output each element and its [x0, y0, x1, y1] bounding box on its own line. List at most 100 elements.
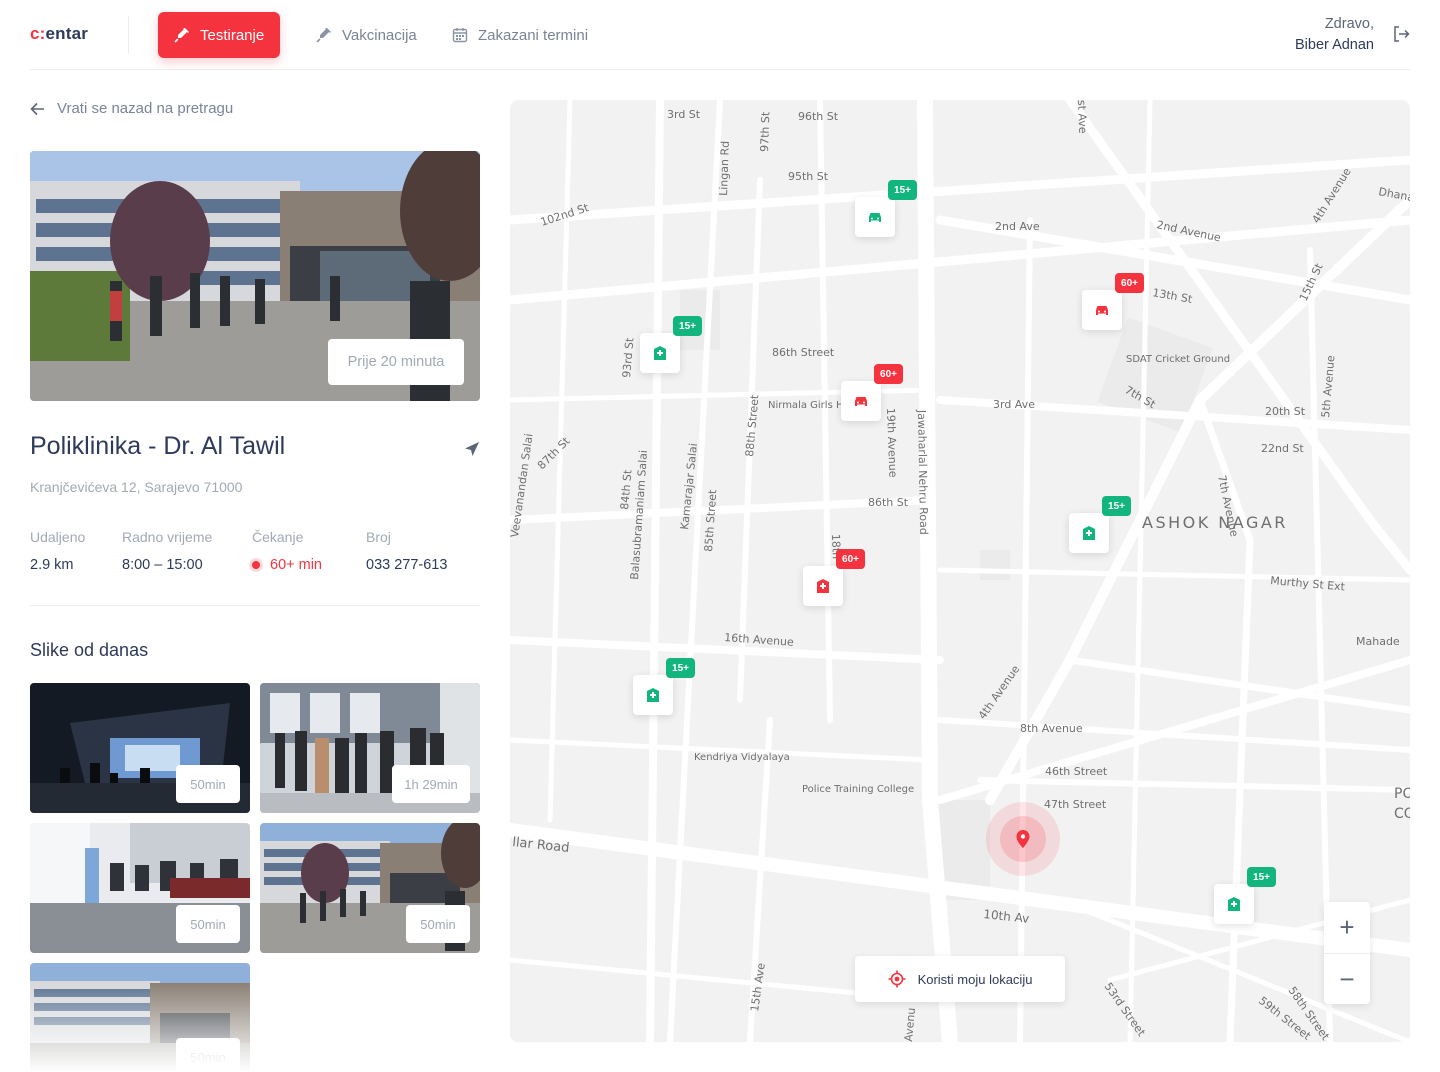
marker-badge: 15+ — [666, 658, 695, 678]
map-view[interactable]: 3rd St 96th St 97th St Lingan Rd 95th St… — [510, 100, 1410, 1042]
photo-time-badge: Prije 20 minuta — [328, 339, 464, 385]
current-location-marker — [986, 802, 1060, 876]
fade-overlay — [30, 982, 250, 1072]
map-marker-hospital[interactable]: 15+ — [633, 658, 695, 715]
street-label: Mahade — [1356, 635, 1400, 648]
zoom-controls: + − — [1324, 902, 1370, 1004]
use-location-label: Koristi moju lokaciju — [917, 971, 1033, 987]
street-label: 22nd St — [1261, 442, 1304, 455]
photo-time-badge: 50min — [406, 905, 470, 943]
stat-label: Broj — [366, 529, 391, 545]
street-label: Dhana — [1377, 185, 1410, 204]
logo[interactable]: c:entar — [30, 24, 88, 44]
marker-badge: 60+ — [874, 364, 903, 384]
car-icon — [1096, 306, 1108, 315]
map-marker-car[interactable]: 60+ — [841, 364, 903, 421]
hospital-icon — [1228, 897, 1240, 911]
map-marker-hospital[interactable]: 60+ — [803, 549, 865, 606]
street-label: CO — [1394, 806, 1410, 822]
location-pin-icon — [1016, 830, 1030, 848]
street-label: 86th St — [868, 496, 909, 509]
map-marker-hospital[interactable]: 15+ — [1214, 867, 1276, 924]
photo-time-badge: 50min — [176, 765, 240, 803]
user-name: Biber Adnan — [1294, 37, 1374, 53]
street-label: 47th Street — [1044, 798, 1107, 811]
marker-badge: 15+ — [673, 316, 702, 336]
street-label: ASHOK NAGAR — [1142, 513, 1288, 532]
zoom-in-button[interactable]: + — [1324, 902, 1370, 953]
street-label: 93rd St — [620, 336, 637, 378]
photos-section-title: Slike od danas — [30, 640, 149, 660]
street-label: 96th St — [798, 110, 839, 123]
marker-badge: 15+ — [888, 180, 917, 200]
street-label: 4th Avenue — [1310, 165, 1354, 225]
photo-thumbnail[interactable]: 50min — [30, 823, 250, 953]
nav-label: Zakazani termini — [478, 26, 589, 44]
status-dot — [252, 561, 260, 569]
street-label: st Ave — [1075, 100, 1089, 134]
street-label: 84th St — [618, 469, 635, 511]
stat-label: Udaljeno — [30, 529, 86, 545]
use-my-location-button[interactable]: Koristi moju lokaciju — [855, 956, 1065, 1002]
photo-thumbnail[interactable]: 50min — [260, 823, 480, 953]
stat-wait: Čekanje 60+ min — [252, 529, 322, 573]
stat-value: 2.9 km — [30, 557, 74, 573]
photo-thumbnail[interactable]: 1h 29min — [260, 683, 480, 813]
photo-time-badge: 1h 29min — [392, 765, 470, 803]
marker-badge: 60+ — [836, 549, 865, 569]
nav-label: Vakcinacija — [342, 26, 417, 44]
map-marker-car[interactable]: 15+ — [855, 180, 917, 237]
street-label: 85th Street — [702, 489, 719, 553]
car-icon — [855, 397, 867, 406]
back-to-search-link[interactable]: Vrati se nazad na pretragu — [30, 100, 233, 117]
place-address: Kranjčevićeva 12, Sarajevo 71000 — [30, 479, 243, 495]
back-label: Vrati se nazad na pretragu — [57, 100, 234, 117]
photo-thumbnail[interactable]: 50min — [30, 683, 250, 813]
street-label: 86th Street — [772, 346, 835, 359]
street-label: 20th St — [1265, 405, 1306, 418]
crosshair-icon — [888, 970, 906, 988]
street-label: Jawaharlal Nehru Road — [915, 409, 930, 535]
map-canvas: 3rd St 96th St 97th St Lingan Rd 95th St… — [510, 100, 1410, 1042]
nav-vakcinacija[interactable]: Vakcinacija — [300, 12, 433, 58]
hero-photo[interactable]: Prije 20 minuta — [30, 151, 480, 401]
vaccine-icon — [316, 28, 331, 43]
greeting-text: Zdravo, — [1324, 16, 1374, 32]
street-label: 13th St — [1151, 286, 1193, 306]
street-label: 16th Avenue — [724, 631, 795, 649]
photo-thumbnail[interactable]: 50min — [30, 963, 250, 1072]
wait-value: 60+ min — [270, 557, 322, 573]
logout-icon[interactable] — [1392, 25, 1410, 43]
street-label: Avenu — [902, 1007, 918, 1042]
street-label: 97th St — [758, 111, 772, 152]
syringe-icon — [174, 28, 189, 43]
street-label: SDAT Cricket Ground — [1126, 354, 1230, 365]
map-marker-hospital[interactable]: 15+ — [640, 316, 702, 373]
nav-testiranje[interactable]: Testiranje — [158, 12, 281, 58]
zoom-out-button[interactable]: − — [1324, 953, 1370, 1004]
marker-badge: 15+ — [1102, 496, 1131, 516]
street-label: 5th Avenue — [1319, 354, 1337, 418]
place-title: Poliklinika - Dr. Al Tawil — [30, 432, 286, 460]
nav-zakazani-termini[interactable]: Zakazani termini — [436, 12, 604, 58]
street-label: PO — [1394, 786, 1410, 802]
street-label: 4th Avenue — [976, 663, 1023, 722]
photo-time-badge: 50min — [176, 905, 240, 943]
hospital-icon — [817, 579, 829, 593]
street-label: 3rd St — [667, 108, 701, 121]
street-label: 2nd Ave — [995, 220, 1040, 233]
nav-label: Testiranje — [200, 26, 265, 44]
street-label: 19th Avenue — [884, 408, 899, 478]
stat-distance: Udaljeno 2.9 km — [30, 529, 85, 573]
street-label: 95th St — [788, 170, 829, 183]
car-icon — [869, 213, 881, 222]
street-label: Police Training College — [802, 784, 914, 795]
map-marker-hospital[interactable]: 15+ — [1069, 496, 1131, 553]
navigation-arrow-icon[interactable] — [464, 441, 480, 457]
street-label: Kendriya Vidyalaya — [694, 752, 790, 763]
map-marker-car[interactable]: 60+ — [1082, 273, 1144, 330]
street-label: Lingan Rd — [717, 141, 732, 196]
street-label: 46th Street — [1045, 765, 1108, 778]
marker-badge: 60+ — [1115, 273, 1144, 293]
calendar-icon — [452, 28, 468, 43]
